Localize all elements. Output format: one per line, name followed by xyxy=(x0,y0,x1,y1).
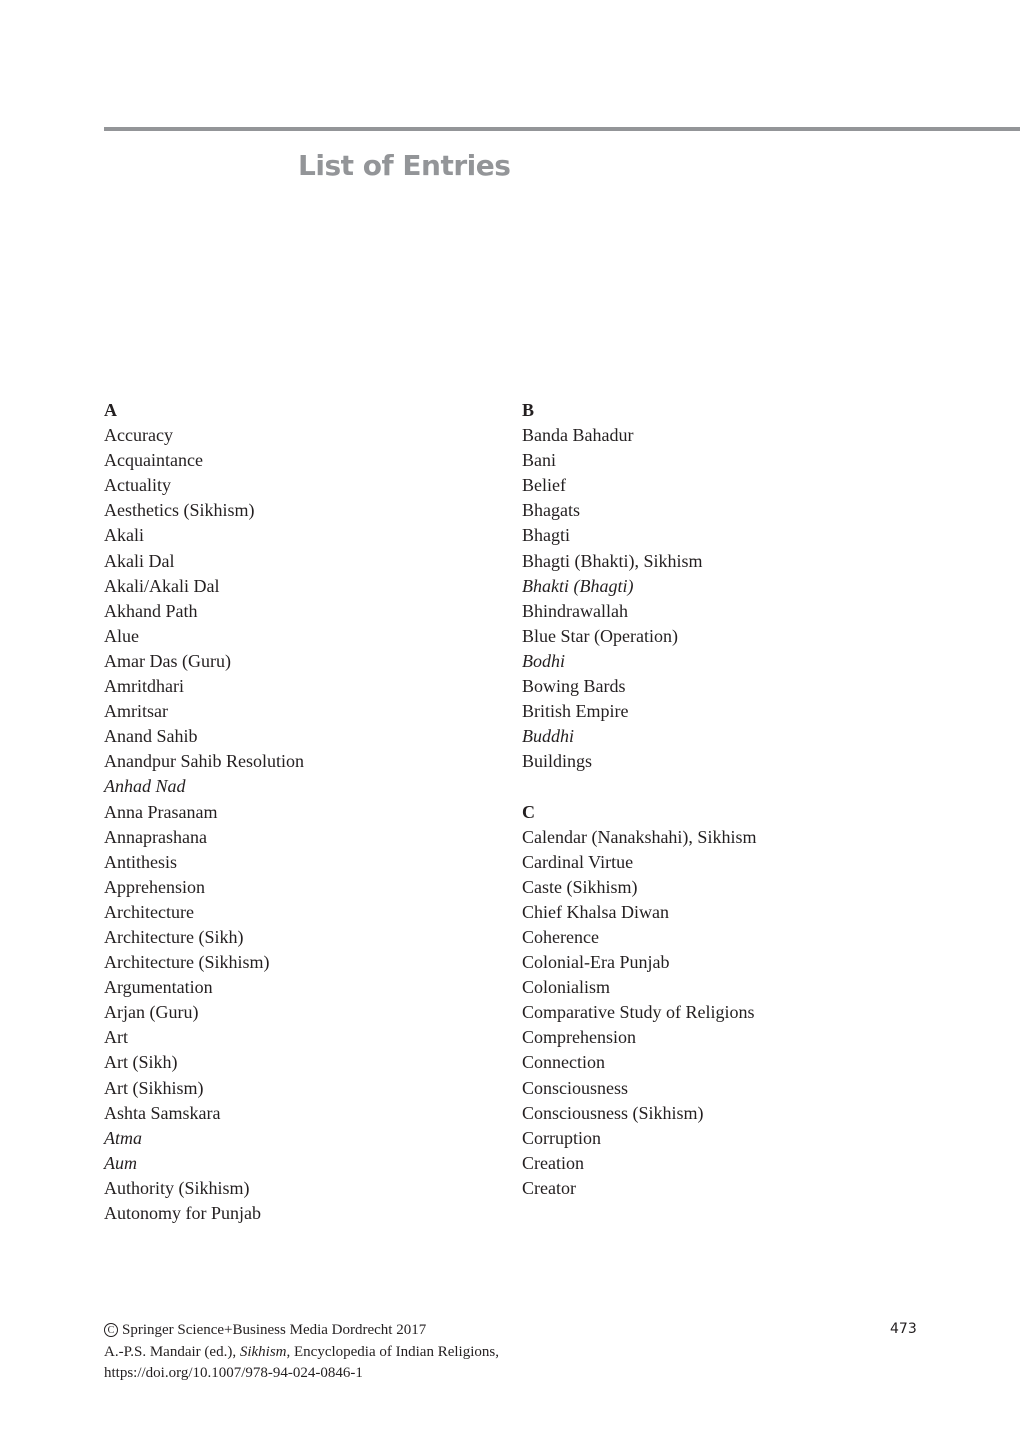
header-rule xyxy=(104,127,1020,131)
entries-column-right: B Banda Bahadur Bani Belief Bhagats Bhagti Bha… xyxy=(522,398,922,1201)
citation-line: A.-P.S. Mandair (ed.), Sikhism, Encyclop… xyxy=(104,1342,499,1364)
section-letter: A xyxy=(104,400,117,420)
page-title: List of Entries xyxy=(298,149,511,182)
entry-item: Aesthetics (Sikhism) xyxy=(104,500,255,521)
entry-item: Arjan (Guru) xyxy=(104,1002,199,1023)
footer: C Springer Science+Business Media Dordrec… xyxy=(104,1320,499,1385)
entry-item: Bani xyxy=(522,450,556,471)
entry-item: Cardinal Virtue xyxy=(522,851,634,872)
entry-item: Akhand Path xyxy=(104,600,198,621)
entry-item: Akali Dal xyxy=(104,550,175,571)
entry-item: Bhakti (Bhagti) xyxy=(522,575,634,596)
citation-prefix: A.-P.S. Mandair (ed.), xyxy=(104,1343,240,1360)
entry-item: Architecture xyxy=(104,901,194,922)
section-letter: B xyxy=(522,400,535,420)
doi-link[interactable]: https://doi.org/10.1007/978-94-024-0846-… xyxy=(104,1363,499,1385)
citation-suffix: , Encyclopedia of Indian Religions, xyxy=(286,1343,499,1360)
entry-item: Consciousness xyxy=(522,1077,629,1098)
entry-item: Authority (Sikhism) xyxy=(104,1177,250,1198)
entry-item: Bhindrawallah xyxy=(522,600,628,621)
section-letter: C xyxy=(522,801,535,822)
entry-list: Banda Bahadur Bani Belief Bhagats Bhagti Bhag… xyxy=(522,423,922,774)
entry-item: Atma xyxy=(104,1127,142,1148)
entry-item: Actuality xyxy=(104,475,171,496)
copyright-text: Springer Science+Business Media Dordrech… xyxy=(122,1322,427,1338)
entry-item: Argumentation xyxy=(104,977,213,998)
citation-title: Sikhism xyxy=(239,1343,287,1360)
entry-item: Autonomy for Punjab xyxy=(104,1203,261,1223)
entry-item: Anna Prasanam xyxy=(104,801,218,822)
entry-item: Bowing Bards xyxy=(522,676,626,697)
entry-item: Bodhi xyxy=(522,650,565,671)
copyright-icon: C xyxy=(104,1323,118,1337)
copyright-line: C Springer Science+Business Media Dordrec… xyxy=(104,1320,499,1342)
entry-item: Akali/Akali Dal xyxy=(104,575,220,596)
entry-item: Amritsar xyxy=(104,701,168,722)
entry-item: Accuracy xyxy=(104,425,173,446)
entry-item: Architecture (Sikh) xyxy=(104,926,244,947)
entry-item: Buildings xyxy=(522,751,593,772)
entry-item: Colonial-Era Punjab xyxy=(522,952,670,973)
entry-item: Architecture (Sikhism) xyxy=(104,952,270,973)
entry-item: Art (Sikhism) xyxy=(104,1077,204,1098)
entry-item: Annaprashana xyxy=(104,826,207,847)
entry-item: Creator xyxy=(522,1177,576,1198)
entry-item: Caste (Sikhism) xyxy=(522,876,638,897)
entry-item: Creation xyxy=(522,1152,584,1173)
entry-item: Comparative Study of Religions xyxy=(522,1002,755,1023)
section-a: A Accuracy Acquaintance Actuality Aesthetics… xyxy=(104,398,504,1226)
entry-item: British Empire xyxy=(522,701,629,722)
entry-item: Connection xyxy=(522,1052,605,1073)
entry-item: Coherence xyxy=(522,926,599,947)
entry-item: Comprehension xyxy=(522,1027,636,1048)
entry-item: Antithesis xyxy=(104,851,178,872)
entry-item: Bhagats xyxy=(522,500,580,521)
entry-item: Buddhi xyxy=(522,726,574,747)
entry-item: Art (Sikh) xyxy=(104,1052,178,1073)
entry-item: Anandpur Sahib Resolution xyxy=(104,751,304,772)
entry-item: Ashta Samskara xyxy=(104,1102,221,1123)
entry-item: Aum xyxy=(104,1152,137,1173)
entry-item: Blue Star (Operation) xyxy=(522,625,678,646)
entries-column-left: A Accuracy Acquaintance Actuality Aesthetics… xyxy=(104,398,504,1226)
entry-item: Anhad Nad xyxy=(104,776,186,797)
entry-item: Calendar (Nanakshahi), Sikhism xyxy=(522,826,757,847)
entry-list: Accuracy Acquaintance Actuality Aesthetics … xyxy=(104,423,504,1226)
entry-item: Art xyxy=(104,1027,128,1048)
entry-item: Amar Das (Guru) xyxy=(104,650,231,671)
entry-item: Acquaintance xyxy=(104,450,203,471)
section-c: C Calendar (Nanakshahi), Sikhism Cardinal … xyxy=(522,800,922,1202)
entry-item: Anand Sahib xyxy=(104,726,198,747)
entry-item: Belief xyxy=(522,475,566,496)
entry-item: Corruption xyxy=(522,1127,601,1148)
entry-item: Chief Khalsa Diwan xyxy=(522,901,669,922)
entry-item: Banda Bahadur xyxy=(522,425,634,446)
entry-item: Colonialism xyxy=(522,977,611,998)
entry-item: Alue xyxy=(104,625,139,646)
entry-list: Calendar (Nanakshahi), Sikhism Cardinal V… xyxy=(522,825,922,1201)
entry-item: Akali xyxy=(104,525,144,546)
entry-item: Bhagti (Bhakti), Sikhism xyxy=(522,550,703,571)
section-b: B Banda Bahadur Bani Belief Bhagats Bhagti Bha… xyxy=(522,398,922,774)
entry-item: Consciousness (Sikhism) xyxy=(522,1102,704,1123)
page-number: 473 xyxy=(890,1321,917,1337)
entry-item: Apprehension xyxy=(104,876,205,897)
entry-item: Amritdhari xyxy=(104,676,184,697)
entry-item: Bhagti xyxy=(522,525,570,546)
